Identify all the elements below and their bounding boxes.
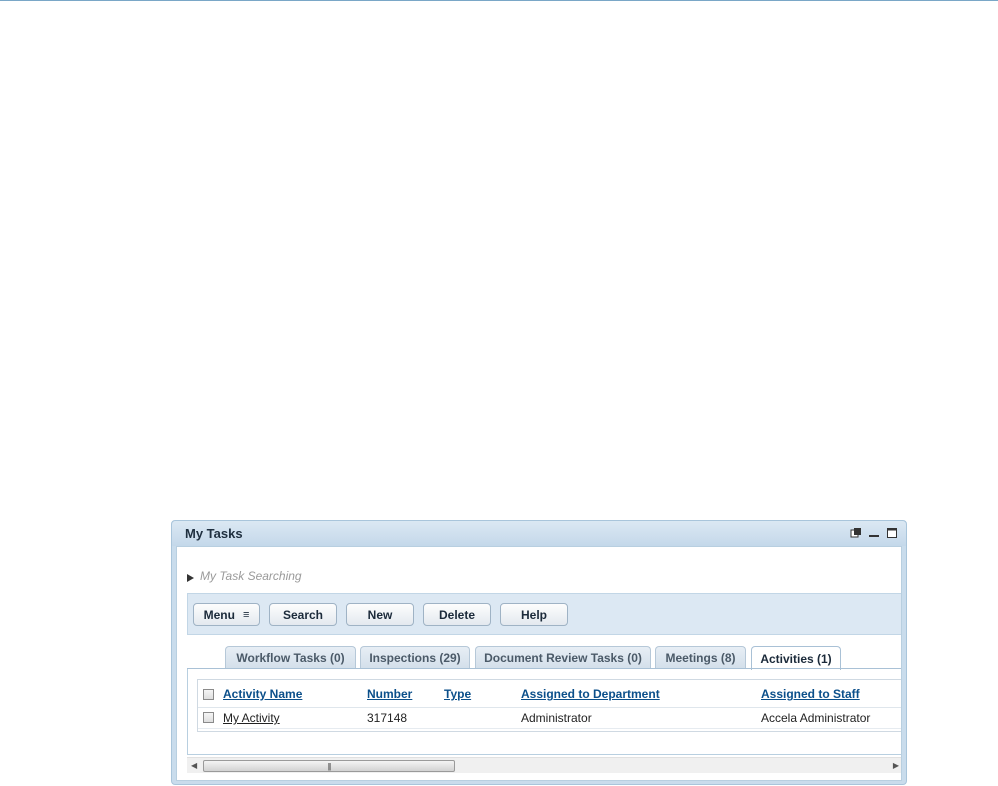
my-tasks-portlet: My Tasks My Task Searching Menu ≡ Search…	[171, 520, 907, 785]
scroll-left-icon[interactable]: ◀	[191, 761, 197, 770]
column-activity-name[interactable]: Activity Name	[223, 687, 302, 701]
tab-inspections[interactable]: Inspections (29)	[360, 646, 470, 669]
tab-workflow-tasks[interactable]: Workflow Tasks (0)	[225, 646, 356, 669]
tab-meetings[interactable]: Meetings (8)	[655, 646, 746, 669]
scroll-right-icon[interactable]: ▶	[893, 761, 899, 770]
portlet-title: My Tasks	[185, 526, 243, 541]
maximize-icon[interactable]	[886, 527, 898, 539]
expand-arrow-icon[interactable]	[187, 574, 194, 582]
column-assigned-staff[interactable]: Assigned to Staff	[761, 687, 860, 701]
new-button[interactable]: New	[346, 603, 414, 626]
scrollbar-thumb[interactable]: |||	[203, 760, 455, 772]
portlet-header: My Tasks	[172, 521, 906, 546]
activities-panel: Activity Name Number Type Assigned to De…	[187, 669, 901, 755]
menu-button[interactable]: Menu ≡	[193, 603, 260, 626]
horizontal-scrollbar[interactable]: ◀ ||| ▶	[187, 757, 901, 773]
search-toggle[interactable]: My Task Searching	[187, 569, 302, 583]
search-toggle-label[interactable]: My Task Searching	[200, 569, 302, 583]
action-toolbar: Menu ≡ Search New Delete Help	[187, 593, 901, 635]
table-row: My Activity 317148 Administrator Accela …	[198, 708, 901, 729]
minimize-icon[interactable]	[868, 527, 880, 539]
activities-table: Activity Name Number Type Assigned to De…	[197, 679, 901, 732]
popout-icon[interactable]	[850, 527, 862, 539]
activity-department: Administrator	[521, 711, 592, 725]
select-all-checkbox[interactable]	[203, 689, 214, 700]
tab-document-review-tasks[interactable]: Document Review Tasks (0)	[475, 646, 651, 669]
menu-lines-icon: ≡	[242, 608, 250, 621]
portlet-body: My Task Searching Menu ≡ Search New Dele…	[176, 546, 902, 781]
row-checkbox[interactable]	[203, 712, 214, 723]
activity-name-link[interactable]: My Activity	[223, 711, 280, 725]
column-assigned-department[interactable]: Assigned to Department	[521, 687, 660, 701]
task-tabs: Workflow Tasks (0) Inspections (29) Docu…	[177, 646, 901, 670]
search-button[interactable]: Search	[269, 603, 337, 626]
table-header: Activity Name Number Type Assigned to De…	[198, 680, 901, 708]
column-type[interactable]: Type	[444, 687, 471, 701]
help-button[interactable]: Help	[500, 603, 568, 626]
portlet-tools	[850, 526, 898, 540]
grip-icon: |||	[327, 761, 331, 771]
tab-activities[interactable]: Activities (1)	[751, 646, 841, 670]
activity-staff: Accela Administrator	[761, 711, 871, 725]
delete-button[interactable]: Delete	[423, 603, 491, 626]
column-number[interactable]: Number	[367, 687, 412, 701]
activity-number: 317148	[367, 711, 408, 725]
top-divider	[0, 0, 998, 1]
menu-button-label: Menu	[203, 607, 235, 622]
